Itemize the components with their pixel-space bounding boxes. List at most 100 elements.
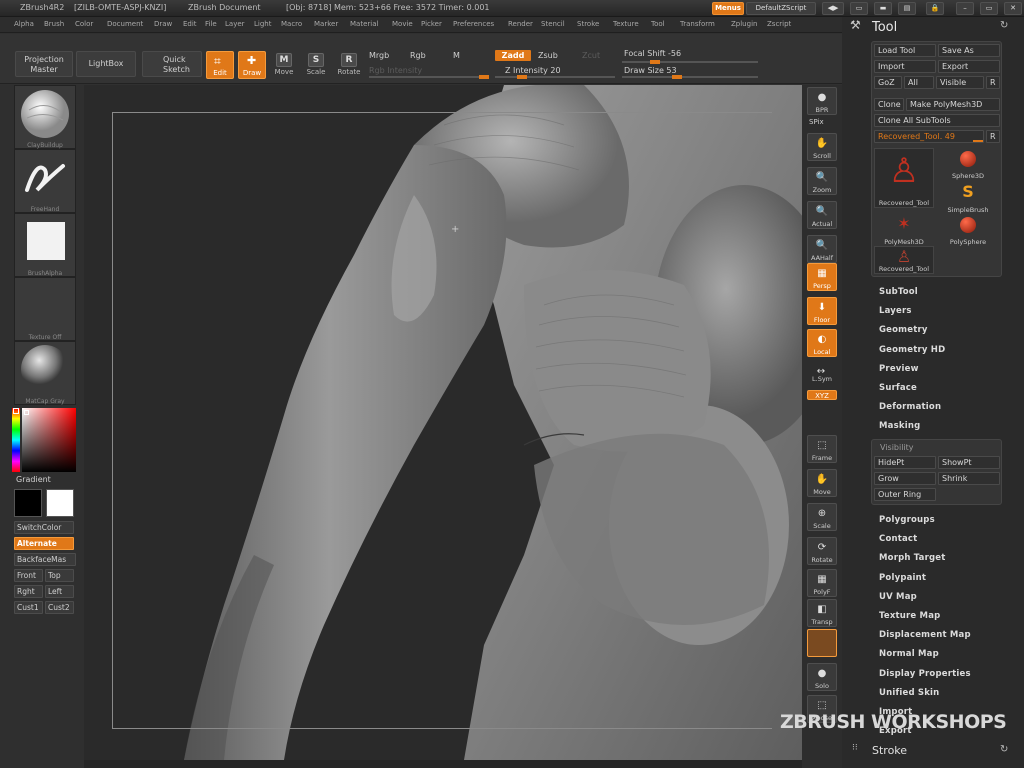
rgb-intensity-knob[interactable] bbox=[479, 75, 489, 79]
scale-button[interactable]: ⊕ Scale bbox=[807, 503, 837, 531]
r-button[interactable]: R bbox=[986, 76, 1000, 89]
section-subtool[interactable]: SubTool bbox=[879, 287, 918, 297]
mrgb-button[interactable]: Mrgb bbox=[369, 51, 389, 60]
polyf-button[interactable]: ▦ PolyF bbox=[807, 569, 837, 597]
frame-button[interactable]: ⬚ Frame bbox=[807, 435, 837, 463]
floor-button[interactable]: ⬇ Floor bbox=[807, 297, 837, 325]
tool-thumb-2[interactable]: S SimpleBrush bbox=[938, 182, 998, 214]
front-view-button[interactable]: Front bbox=[14, 569, 43, 582]
lsym-button[interactable]: ↔ L.Sym bbox=[807, 365, 837, 385]
window-icon[interactable]: ▭ bbox=[850, 2, 868, 15]
menu-texture[interactable]: Texture bbox=[613, 21, 639, 28]
m-button[interactable]: M bbox=[453, 51, 460, 60]
section-unified-skin[interactable]: Unified Skin bbox=[879, 688, 939, 698]
section-geometry[interactable]: Geometry bbox=[879, 325, 928, 335]
rotate-button[interactable]: R Rotate bbox=[336, 51, 362, 81]
menu-draw[interactable]: Draw bbox=[154, 21, 172, 28]
top-view-button[interactable]: Top bbox=[45, 569, 74, 582]
arrows-icon[interactable]: ◀▶ bbox=[822, 2, 844, 15]
section-layers[interactable]: Layers bbox=[879, 306, 912, 316]
section-uv-map[interactable]: UV Map bbox=[879, 592, 917, 602]
custom1-view-button[interactable]: Cust1 bbox=[14, 601, 43, 614]
rgb-intensity-track[interactable] bbox=[369, 75, 489, 79]
export-button[interactable]: Export bbox=[938, 60, 1000, 73]
stroke-palette-title[interactable]: Stroke bbox=[872, 744, 907, 757]
menu-material[interactable]: Material bbox=[350, 21, 378, 28]
z-intensity-knob[interactable] bbox=[517, 75, 527, 79]
section-display-properties[interactable]: Display Properties bbox=[879, 669, 971, 679]
section-normal-map[interactable]: Normal Map bbox=[879, 649, 939, 659]
menu-light[interactable]: Light bbox=[254, 21, 271, 28]
grow-button[interactable]: Grow bbox=[874, 472, 936, 485]
draw-size-slider[interactable]: Draw Size 53 bbox=[624, 66, 677, 75]
move-button[interactable]: M Move bbox=[271, 51, 297, 81]
stroke-refresh-icon[interactable]: ↻ bbox=[1000, 744, 1008, 755]
save-as-button[interactable]: Save As bbox=[938, 44, 1000, 57]
main-color-swatch[interactable] bbox=[14, 489, 42, 517]
section-contact[interactable]: Contact bbox=[879, 534, 917, 544]
projection-master-button[interactable]: Projection Master bbox=[15, 51, 73, 77]
gradient-label[interactable]: Gradient bbox=[16, 475, 51, 484]
restore-icon[interactable]: ▭ bbox=[980, 2, 998, 15]
section-geometry-hd[interactable]: Geometry HD bbox=[879, 345, 945, 355]
quick-sketch-button[interactable]: Quick Sketch bbox=[142, 51, 202, 77]
saturation-square[interactable] bbox=[22, 408, 76, 472]
clone-all-subtools-button[interactable]: Clone All SubTools bbox=[874, 114, 1000, 127]
showpt-button[interactable]: ShowPt bbox=[938, 456, 1000, 469]
refresh-icon[interactable]: ↻ bbox=[1000, 20, 1008, 31]
rgb-intensity-slider[interactable]: Rgb Intensity bbox=[369, 66, 422, 75]
clone-button[interactable]: Clone bbox=[874, 98, 904, 111]
section-polygroups[interactable]: Polygroups bbox=[879, 515, 935, 525]
menu-file[interactable]: File bbox=[205, 21, 217, 28]
panel-icon[interactable]: ▬ bbox=[874, 2, 892, 15]
switchcolor-button[interactable]: SwitchColor bbox=[14, 521, 74, 534]
z-intensity-slider[interactable]: Z Intensity 20 bbox=[505, 66, 561, 75]
menu-brush[interactable]: Brush bbox=[44, 21, 64, 28]
menu-document[interactable]: Document bbox=[107, 21, 143, 28]
section-masking[interactable]: Masking bbox=[879, 421, 920, 431]
aahalf-button[interactable]: 🔍 AAHalf bbox=[807, 235, 837, 263]
menu-render[interactable]: Render bbox=[508, 21, 533, 28]
focal-shift-slider[interactable]: Focal Shift -56 bbox=[624, 49, 681, 58]
menu-transform[interactable]: Transform bbox=[680, 21, 715, 28]
goz-button[interactable]: GoZ bbox=[874, 76, 902, 89]
all-button[interactable]: All bbox=[904, 76, 934, 89]
menu-zscript[interactable]: Zscript bbox=[767, 21, 791, 28]
persp-button[interactable]: ▦ Persp bbox=[807, 263, 837, 291]
close-icon[interactable]: ✕ bbox=[1004, 2, 1022, 15]
document-canvas[interactable]: + bbox=[84, 85, 802, 760]
menu-stencil[interactable]: Stencil bbox=[541, 21, 565, 28]
scale-button[interactable]: S Scale bbox=[303, 51, 329, 81]
secondary-color-swatch[interactable] bbox=[46, 489, 74, 517]
minimize-icon[interactable]: – bbox=[956, 2, 974, 15]
tool-thumb-1[interactable]: Sphere3D bbox=[938, 148, 998, 180]
focal-shift-knob[interactable] bbox=[650, 60, 660, 64]
tool-thumb-3[interactable]: ✶ PolyMesh3D bbox=[874, 214, 934, 246]
lightbox-button[interactable]: LightBox bbox=[76, 51, 136, 77]
menu-macro[interactable]: Macro bbox=[281, 21, 302, 28]
zsub-button[interactable]: Zsub bbox=[538, 51, 558, 60]
section-texture-map[interactable]: Texture Map bbox=[879, 611, 940, 621]
custom2-view-button[interactable]: Cust2 bbox=[45, 601, 74, 614]
make-polymesh3d-button[interactable]: Make PolyMesh3D bbox=[906, 98, 1000, 111]
zoom-button[interactable]: 🔍 Zoom bbox=[807, 167, 837, 195]
outer-ring-button[interactable]: Outer Ring bbox=[874, 488, 936, 501]
bpr-button[interactable]: ● BPR bbox=[807, 87, 837, 115]
move-button[interactable]: ✋ Move bbox=[807, 469, 837, 497]
draw-size-knob[interactable] bbox=[672, 75, 682, 79]
backface-mask-button[interactable]: BackfaceMas bbox=[14, 553, 76, 566]
tool-thumb-5[interactable]: ♙ Recovered_Tool bbox=[874, 246, 934, 274]
current-tool-slider[interactable]: Recovered_Tool. 49 bbox=[874, 130, 984, 143]
r-button-2[interactable]: R bbox=[986, 130, 1000, 143]
texture-thumbnail[interactable]: Texture Off bbox=[14, 277, 76, 341]
menu-zplugin[interactable]: Zplugin bbox=[731, 21, 757, 28]
section-morph-target[interactable]: Morph Target bbox=[879, 553, 946, 563]
menu-stroke[interactable]: Stroke bbox=[577, 21, 599, 28]
stroke-thumbnail[interactable]: FreeHand bbox=[14, 149, 76, 213]
section-surface[interactable]: Surface bbox=[879, 383, 917, 393]
visibility-title[interactable]: Visibility bbox=[880, 443, 914, 452]
focal-shift-track[interactable] bbox=[622, 60, 758, 64]
right-view-button[interactable]: Rght bbox=[14, 585, 43, 598]
tool-palette-title[interactable]: Tool bbox=[872, 20, 897, 35]
section-displacement-map[interactable]: Displacement Map bbox=[879, 630, 971, 640]
